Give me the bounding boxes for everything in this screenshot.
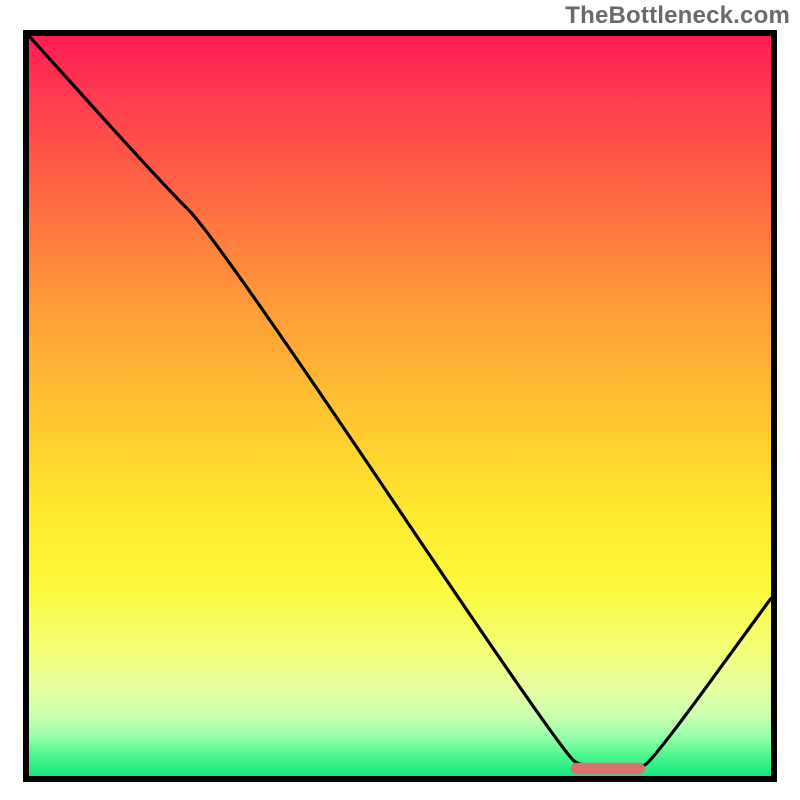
curve-line: [29, 36, 771, 769]
plot-svg: [29, 36, 771, 776]
marker-bar: [571, 763, 645, 775]
plot-frame: [23, 30, 777, 782]
watermark-text: TheBottleneck.com: [565, 2, 790, 30]
chart-container: TheBottleneck.com: [0, 0, 800, 800]
